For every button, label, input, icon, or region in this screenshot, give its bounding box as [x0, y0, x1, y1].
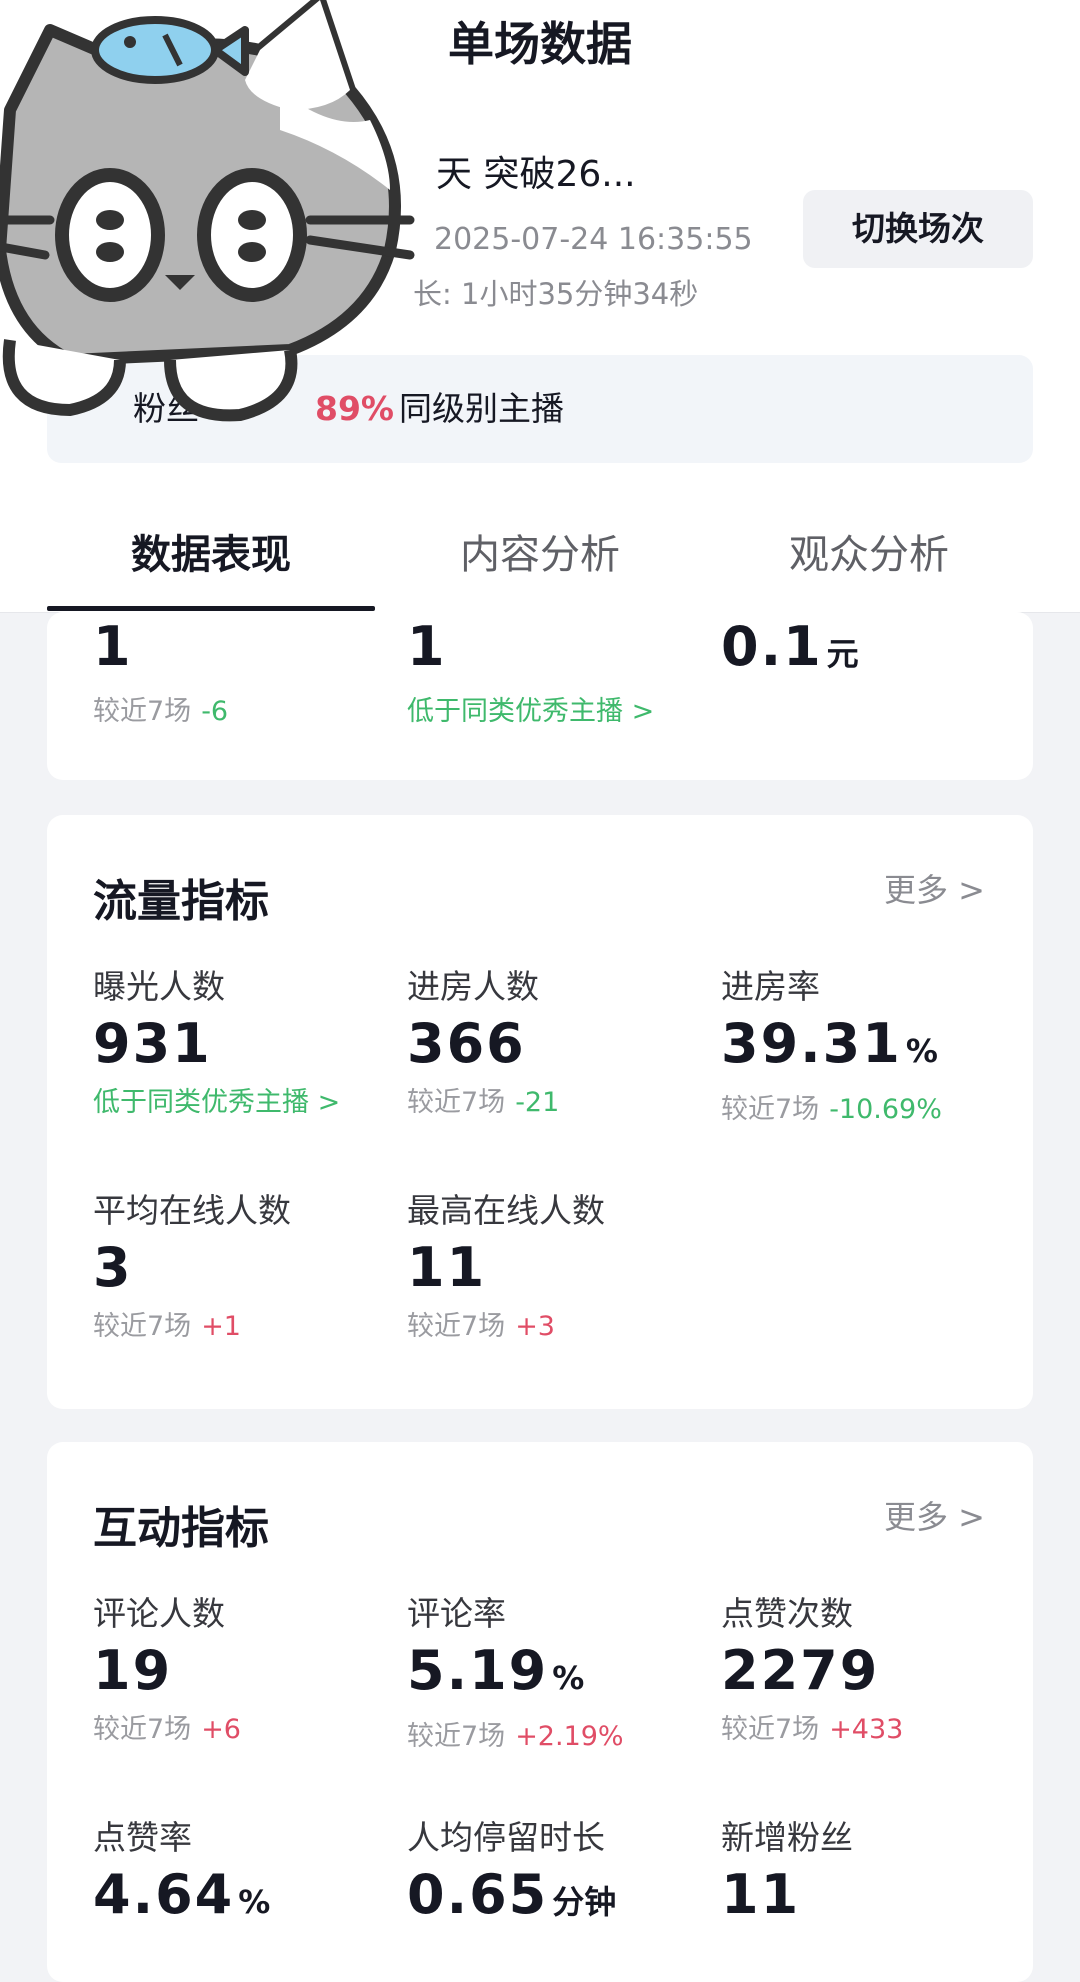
- metric-value: 1: [407, 615, 447, 678]
- compare-delta: -10.69%: [829, 1094, 942, 1125]
- metric-room-entries: 进房人数 366 较近7场 -21: [407, 965, 707, 1125]
- interaction-metrics-card: 互动指标 更多 > 评论人数 19 较近7场 +6 评论率 5.19% 较近7场 +…: [47, 1442, 1033, 1982]
- tab-bar: 数据表现 内容分析 观众分析: [0, 520, 1080, 612]
- below-peers-link[interactable]: 低于同类优秀主播 >: [407, 690, 707, 734]
- metric-unit: 元: [826, 635, 859, 673]
- metric-compare: 较近7场 +3: [407, 1305, 707, 1349]
- compare-label: 较近7场: [721, 1094, 820, 1125]
- metric-value: 366: [407, 1012, 526, 1075]
- metric-value: 0.1: [721, 615, 823, 678]
- metric-compare: 较近7场 -10.69%: [721, 1088, 1021, 1132]
- metric-value: 3: [93, 1236, 133, 1299]
- metric-compare: 较近7场 -6: [93, 690, 393, 734]
- metric-avg-stay: 人均停留时长 0.65 分钟: [407, 1816, 707, 1937]
- metric-unit: %: [905, 1032, 938, 1070]
- header: 单场数据 天 突破26... 2025-07-24 16:35:55 长: 1小…: [0, 0, 1080, 613]
- metric-compare: 较近7场 +1: [93, 1305, 393, 1349]
- card-title: 流量指标: [93, 876, 269, 927]
- compare-label: 较近7场: [407, 1311, 506, 1342]
- metric-value: 1: [93, 615, 133, 678]
- top-metric-1: 1 较近7场 -6: [93, 612, 393, 734]
- tab-audience-analysis[interactable]: 观众分析: [704, 520, 1034, 590]
- metric-avg-online: 平均在线人数 3 较近7场 +1: [93, 1189, 393, 1349]
- card-title: 互动指标: [93, 1503, 269, 1554]
- metric-value: 11: [721, 1863, 801, 1926]
- compare-label: 较近7场: [721, 1714, 820, 1745]
- compare-label: 较近7场: [93, 696, 192, 727]
- compare-delta: +6: [201, 1714, 241, 1745]
- compare-label: 较近7场: [407, 1087, 506, 1118]
- metric-unit: 分钟: [552, 1883, 617, 1921]
- metric-peak-online: 最高在线人数 11 较近7场 +3: [407, 1189, 707, 1349]
- compare-delta: +3: [515, 1311, 555, 1342]
- metric-value: 39.31: [721, 1012, 902, 1075]
- compare-delta: +2.19%: [515, 1721, 624, 1752]
- below-peers-link[interactable]: 低于同类优秀主播 >: [93, 1081, 393, 1125]
- metric-exposure: 曝光人数 931 低于同类优秀主播 >: [93, 965, 393, 1125]
- duration-value: 1小时35分钟34秒: [461, 277, 699, 311]
- more-link[interactable]: 更多 >: [884, 1492, 985, 1538]
- metric-unit: %: [552, 1659, 585, 1697]
- metric-value: 19: [93, 1639, 173, 1702]
- live-session-duration: 长: 1小时35分钟34秒: [413, 274, 698, 314]
- metric-unit: %: [238, 1883, 271, 1921]
- metric-label: 评论率: [407, 1594, 506, 1633]
- metric-entry-rate: 进房率 39.31% 较近7场 -10.69%: [721, 965, 1021, 1132]
- compare-delta: +1: [201, 1311, 241, 1342]
- metric-comment-rate: 评论率 5.19% 较近7场 +2.19%: [407, 1592, 707, 1759]
- metric-value: 931: [93, 1012, 212, 1075]
- live-session-time: 2025-07-24 16:35:55: [434, 222, 753, 257]
- top-metrics-card: 1 较近7场 -6 1 低于同类优秀主播 > 0.1 元: [47, 612, 1033, 780]
- metric-compare: 较近7场 -21: [407, 1081, 707, 1125]
- metric-label: 点赞次数: [721, 1594, 853, 1633]
- compare-label: 较近7场: [407, 1721, 506, 1752]
- metric-likes: 点赞次数 2279 较近7场 +433: [721, 1592, 1021, 1752]
- metric-new-followers: 新增粉丝 11: [721, 1816, 1021, 1930]
- metric-value: 5.19: [407, 1639, 549, 1702]
- metric-like-rate: 点赞率 4.64%: [93, 1816, 393, 1937]
- metric-label: 曝光人数: [93, 967, 225, 1006]
- compare-label: 较近7场: [93, 1714, 192, 1745]
- metric-compare: 较近7场 +6: [93, 1708, 393, 1752]
- metric-value: 4.64: [93, 1863, 235, 1926]
- metric-label: 进房率: [721, 967, 820, 1006]
- tab-data-performance[interactable]: 数据表现: [46, 520, 376, 590]
- metric-label: 最高在线人数: [407, 1191, 605, 1230]
- top-metric-3: 0.1 元: [721, 612, 1021, 689]
- metric-value: 2279: [721, 1639, 880, 1702]
- metric-commenters: 评论人数 19 较近7场 +6: [93, 1592, 393, 1752]
- top-metric-2: 1 低于同类优秀主播 >: [407, 612, 707, 734]
- cat-sticker-icon: [0, 0, 415, 422]
- metric-compare: 较近7场 +433: [721, 1708, 1021, 1752]
- metric-label: 人均停留时长: [407, 1818, 605, 1857]
- switch-session-button[interactable]: 切换场次: [803, 190, 1033, 268]
- metric-label: 平均在线人数: [93, 1191, 291, 1230]
- traffic-metrics-card: 流量指标 更多 > 曝光人数 931 低于同类优秀主播 > 进房人数 366 较…: [47, 815, 1033, 1409]
- metric-value: 11: [407, 1236, 487, 1299]
- metric-label: 评论人数: [93, 1594, 225, 1633]
- more-link[interactable]: 更多 >: [884, 865, 985, 911]
- compare-delta: -6: [201, 696, 229, 727]
- metric-value: 0.65: [407, 1863, 549, 1926]
- metric-compare: 较近7场 +2.19%: [407, 1715, 707, 1759]
- compare-delta: -21: [515, 1087, 560, 1118]
- compare-delta: +433: [829, 1714, 904, 1745]
- active-tab-indicator: [47, 606, 375, 611]
- tab-content-analysis[interactable]: 内容分析: [375, 520, 705, 590]
- metric-label: 点赞率: [93, 1818, 192, 1857]
- metric-label: 进房人数: [407, 967, 539, 1006]
- live-session-title: 天 突破26...: [436, 154, 636, 195]
- compare-label: 较近7场: [93, 1311, 192, 1342]
- metric-label: 新增粉丝: [721, 1818, 853, 1857]
